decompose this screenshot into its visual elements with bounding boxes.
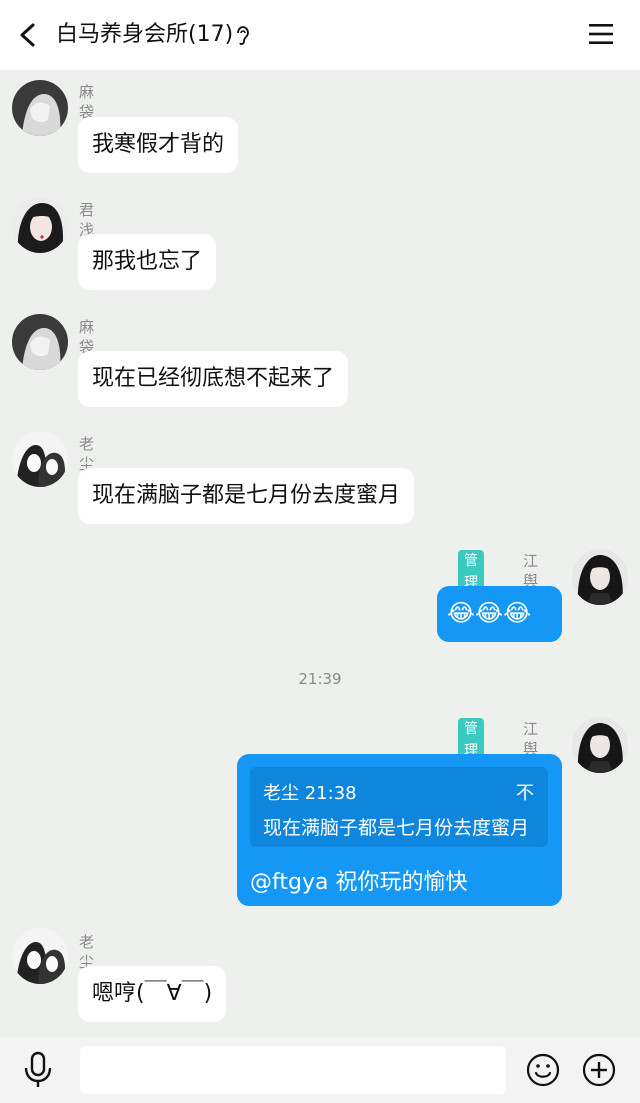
ear-icon xyxy=(237,26,249,45)
avatar[interactable] xyxy=(12,431,68,487)
input-bar xyxy=(0,1037,640,1103)
chat-title[interactable]: 白马养身会所(17) xyxy=(56,20,233,50)
avatar[interactable] xyxy=(12,197,68,253)
sender-name: 江舆 xyxy=(523,720,539,758)
back-icon[interactable] xyxy=(14,20,42,50)
quoted-message[interactable]: 老尘 21:38 不 现在满脑子都是七月份去度蜜月 xyxy=(250,767,548,847)
avatar[interactable] xyxy=(12,314,68,370)
quote-expand-icon[interactable]: 不 xyxy=(516,779,534,805)
avatar[interactable] xyxy=(572,717,628,773)
reply-text: @ftgya 祝你玩的愉快 xyxy=(250,870,468,895)
message-bubble[interactable]: 现在已经彻底想不起来了 xyxy=(78,351,349,407)
avatar[interactable] xyxy=(12,928,68,984)
sender-name: 麻袋 xyxy=(79,83,95,121)
message-bubble[interactable]: 那我也忘了 xyxy=(78,234,217,290)
avatar[interactable] xyxy=(572,549,628,605)
message-bubble[interactable]: 我寒假才背的 xyxy=(78,117,239,173)
plus-icon[interactable] xyxy=(582,1053,616,1087)
menu-icon[interactable] xyxy=(588,22,614,46)
message-bubble[interactable]: 现在满脑子都是七月份去度蜜月 xyxy=(78,468,415,524)
emoji-icon[interactable] xyxy=(526,1053,560,1087)
message-input[interactable] xyxy=(80,1046,506,1094)
sender-name: 江舆 xyxy=(523,552,539,590)
quote-text: 现在满脑子都是七月份去度蜜月 xyxy=(263,817,530,839)
chat-header: 白马养身会所(17) xyxy=(0,0,640,70)
mic-icon[interactable] xyxy=(22,1051,54,1089)
message-bubble[interactable]: 嗯哼(￣∀￣) xyxy=(78,966,227,1022)
message-bubble[interactable]: 😂😂😂 xyxy=(437,586,562,642)
time-separator: 21:39 xyxy=(298,670,342,688)
avatar[interactable] xyxy=(12,80,68,136)
quote-author-time: 老尘 21:38 xyxy=(263,783,357,804)
